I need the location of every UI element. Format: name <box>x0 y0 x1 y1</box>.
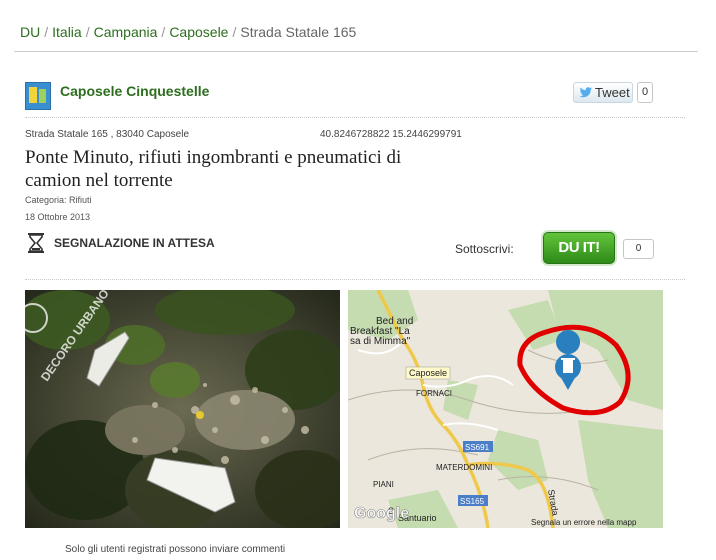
breadcrumb-separator: / <box>44 24 49 40</box>
author-avatar-icon[interactable] <box>25 82 51 110</box>
tweet-count: 0 <box>637 82 653 103</box>
report-date: 18 Ottobre 2013 <box>25 212 91 222</box>
hourglass-icon <box>28 233 44 253</box>
map-report-error-link[interactable]: Segnala un errore nella mapp <box>531 518 637 527</box>
subscribe-label: Sottoscrivi: <box>455 242 514 256</box>
location-map[interactable]: Bed and Breakfast "La sa di Mimma" Capos… <box>348 290 663 528</box>
map-label-fornaci: FORNACI <box>416 389 452 398</box>
map-label-ss165: SS165 <box>460 497 485 506</box>
report-coordinates: 40.8246728822 15.2446299791 <box>320 129 462 140</box>
breadcrumb-du[interactable]: DU <box>20 24 40 40</box>
breadcrumb-caposele[interactable]: Caposele <box>169 24 228 40</box>
google-logo: Google <box>354 505 409 522</box>
comments-note: Solo gli utenti registrati possono invia… <box>65 544 286 555</box>
breadcrumb-separator: / <box>232 24 237 40</box>
breadcrumb-separator: / <box>85 24 90 40</box>
breadcrumb-campania[interactable]: Campania <box>94 24 158 40</box>
map-label-bnb: sa di Mimma" <box>350 336 411 347</box>
breadcrumb-separator: / <box>161 24 166 40</box>
subscribe-count: 0 <box>623 239 654 259</box>
map-label-piani: PIANI <box>373 480 394 489</box>
map-label-ss691: SS691 <box>465 443 490 452</box>
section-divider <box>25 279 685 280</box>
breadcrumb-current: Strada Statale 165 <box>240 24 357 40</box>
report-category: Categoria: Rifiuti <box>25 195 92 205</box>
header-divider <box>14 51 698 52</box>
map-label-materdomini: MATERDOMINI <box>436 463 492 472</box>
status-badge: SEGNALAZIONE IN ATTESA <box>54 236 215 250</box>
photo-image: DECORO URBANO <box>25 290 340 528</box>
section-divider <box>25 117 685 118</box>
du-it-button[interactable]: DU IT! <box>543 232 615 264</box>
breadcrumb-italia[interactable]: Italia <box>52 24 82 40</box>
tweet-button[interactable]: Tweet <box>573 82 633 103</box>
map-canvas: Bed and Breakfast "La sa di Mimma" Capos… <box>348 290 663 528</box>
page-title: Ponte Minuto, rifiuti ingombranti e pneu… <box>25 147 402 191</box>
report-photo[interactable]: DECORO URBANO <box>25 290 340 528</box>
author-name-link[interactable]: Caposele Cinquestelle <box>60 83 209 99</box>
report-address: Strada Statale 165 , 83040 Caposele <box>25 129 190 140</box>
breadcrumb: DU / Italia / Campania / Caposele / Strada Stata… <box>20 24 356 40</box>
twitter-bird-icon <box>579 87 593 98</box>
map-label-caposele: Caposele <box>409 368 447 378</box>
tweet-label: Tweet <box>595 85 630 100</box>
